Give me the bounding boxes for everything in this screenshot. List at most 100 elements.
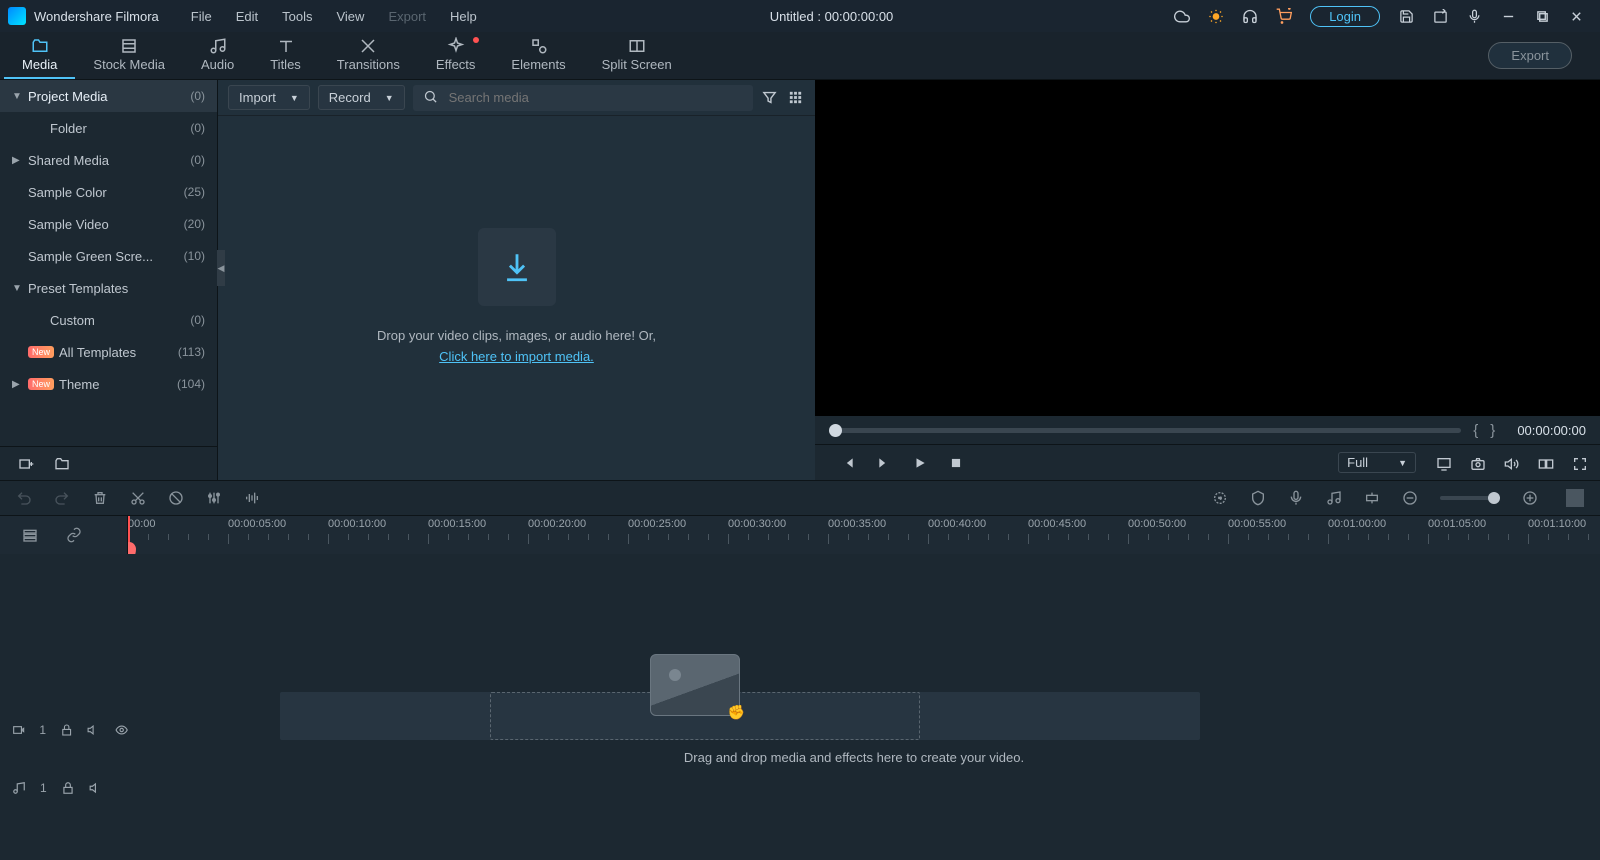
tracks-area[interactable]: 1 1 ✊ Drag and drop media and effects he… xyxy=(0,554,1600,860)
stop-icon[interactable] xyxy=(949,456,963,470)
mark-out-icon[interactable]: } xyxy=(1490,422,1495,439)
search-input[interactable] xyxy=(449,90,743,105)
tab-split-screen[interactable]: Split Screen xyxy=(584,31,690,79)
media-drop-zone[interactable]: Drop your video clips, images, or audio … xyxy=(218,116,815,480)
adjust-icon[interactable] xyxy=(206,490,222,506)
zoom-thumb[interactable] xyxy=(1488,492,1500,504)
import-dropdown[interactable]: Import ▼ xyxy=(228,85,310,110)
open-icon[interactable] xyxy=(1432,8,1448,24)
volume-icon[interactable] xyxy=(1504,456,1518,470)
media-toolbar: Import ▼ Record ▼ xyxy=(218,80,815,116)
sidebar-item-sample-color[interactable]: Sample Color(25) xyxy=(0,176,217,208)
mute-icon[interactable] xyxy=(87,723,100,737)
scrubber-track[interactable] xyxy=(829,428,1461,433)
import-tile[interactable] xyxy=(478,228,556,306)
zoom-out-icon[interactable] xyxy=(1402,490,1418,506)
menu-help[interactable]: Help xyxy=(438,9,489,24)
sidebar-item-sample-video[interactable]: Sample Video(20) xyxy=(0,208,217,240)
prev-frame-icon[interactable] xyxy=(841,456,855,470)
video-track-head: 1 xyxy=(0,710,128,750)
menu-edit[interactable]: Edit xyxy=(224,9,270,24)
cart-icon[interactable] xyxy=(1276,8,1292,24)
cut-icon[interactable] xyxy=(130,490,146,506)
zoom-slider[interactable] xyxy=(1440,496,1500,500)
voiceover-icon[interactable] xyxy=(1288,490,1304,506)
snapshot-icon[interactable] xyxy=(1470,456,1484,470)
sidebar-item-preset-templates[interactable]: ▼Preset Templates xyxy=(0,272,217,304)
minimize-icon[interactable] xyxy=(1500,8,1516,24)
tab-titles[interactable]: Titles xyxy=(252,31,319,79)
mixer-icon[interactable] xyxy=(1326,490,1342,506)
collapse-sidebar-handle[interactable]: ◀ xyxy=(217,250,225,286)
tab-label: Audio xyxy=(201,57,234,72)
eye-icon[interactable] xyxy=(115,723,128,737)
mute-icon[interactable] xyxy=(89,781,103,795)
add-media-icon[interactable] xyxy=(18,456,34,472)
tab-elements[interactable]: Elements xyxy=(493,31,583,79)
keyframe-icon[interactable] xyxy=(1364,490,1380,506)
tab-audio[interactable]: Audio xyxy=(183,31,252,79)
sidebar-item-project-media[interactable]: ▼Project Media(0) xyxy=(0,80,217,112)
timeline-drop-hint: Drag and drop media and effects here to … xyxy=(128,664,1580,765)
menu-view[interactable]: View xyxy=(324,9,376,24)
main-tabs: Media Stock Media Audio Titles Transitio… xyxy=(0,32,1600,80)
sidebar-item-shared-media[interactable]: ▶Shared Media(0) xyxy=(0,144,217,176)
render-icon[interactable] xyxy=(1212,490,1228,506)
mark-in-icon[interactable]: { xyxy=(1473,422,1478,439)
lightbulb-icon[interactable] xyxy=(1208,8,1224,24)
undo-icon[interactable] xyxy=(16,490,32,506)
lock-icon[interactable] xyxy=(61,781,75,795)
sidebar-count: (25) xyxy=(184,185,205,199)
play-icon[interactable] xyxy=(913,456,927,470)
audio-wave-icon[interactable] xyxy=(244,490,260,506)
tab-effects[interactable]: Effects xyxy=(418,31,494,79)
compare-icon[interactable] xyxy=(1538,456,1552,470)
tab-stock-media[interactable]: Stock Media xyxy=(75,31,183,79)
display-icon[interactable] xyxy=(1436,456,1450,470)
music-icon xyxy=(209,37,227,55)
sidebar-item-all-templates[interactable]: NewAll Templates(113) xyxy=(0,336,217,368)
playhead[interactable] xyxy=(128,516,130,554)
ruler-label: 00:00:45:00 xyxy=(1028,518,1128,530)
zoom-fit-icon[interactable] xyxy=(1566,489,1584,507)
mic-icon[interactable] xyxy=(1466,8,1482,24)
zoom-in-icon[interactable] xyxy=(1522,490,1538,506)
scrubber-thumb[interactable] xyxy=(829,424,842,437)
tab-label: Transitions xyxy=(337,57,400,72)
track-manager-icon[interactable] xyxy=(22,527,38,543)
delete-icon[interactable] xyxy=(92,490,108,506)
tab-media[interactable]: Media xyxy=(4,31,75,79)
lock-icon[interactable] xyxy=(60,723,73,737)
filter-icon[interactable] xyxy=(761,89,779,107)
media-pane: ◀ Import ▼ Record ▼ Drop your video clip… xyxy=(218,80,815,480)
cloud-icon[interactable] xyxy=(1174,8,1190,24)
link-icon[interactable] xyxy=(66,527,82,543)
login-button[interactable]: Login xyxy=(1310,6,1380,27)
menu-export[interactable]: Export xyxy=(376,9,438,24)
next-frame-icon[interactable] xyxy=(877,456,891,470)
fullscreen-icon[interactable] xyxy=(1572,456,1586,470)
menu-file[interactable]: File xyxy=(179,9,224,24)
close-icon[interactable] xyxy=(1568,8,1584,24)
save-icon[interactable] xyxy=(1398,8,1414,24)
record-dropdown[interactable]: Record ▼ xyxy=(318,85,405,110)
crop-icon[interactable] xyxy=(168,490,184,506)
ruler-track[interactable]: 00:0000:00:05:0000:00:10:0000:00:15:0000… xyxy=(128,516,1600,554)
grid-view-icon[interactable] xyxy=(787,89,805,107)
maximize-icon[interactable] xyxy=(1534,8,1550,24)
redo-icon[interactable] xyxy=(54,490,70,506)
sidebar-item-sample-green-scre-[interactable]: Sample Green Scre...(10) xyxy=(0,240,217,272)
sidebar-item-theme[interactable]: ▶NewTheme(104) xyxy=(0,368,217,400)
new-folder-icon[interactable] xyxy=(54,456,70,472)
tab-transitions[interactable]: Transitions xyxy=(319,31,418,79)
export-button[interactable]: Export xyxy=(1488,42,1572,69)
menu-tools[interactable]: Tools xyxy=(270,9,324,24)
quality-dropdown[interactable]: Full ▼ xyxy=(1338,452,1416,473)
headset-icon[interactable] xyxy=(1242,8,1258,24)
import-link[interactable]: Click here to import media. xyxy=(439,349,594,364)
sidebar-item-folder[interactable]: Folder(0) xyxy=(0,112,217,144)
ruler-label: 00:00 xyxy=(128,518,228,530)
sidebar-label: Project Media xyxy=(28,89,190,104)
sidebar-item-custom[interactable]: Custom(0) xyxy=(0,304,217,336)
marker-icon[interactable] xyxy=(1250,490,1266,506)
